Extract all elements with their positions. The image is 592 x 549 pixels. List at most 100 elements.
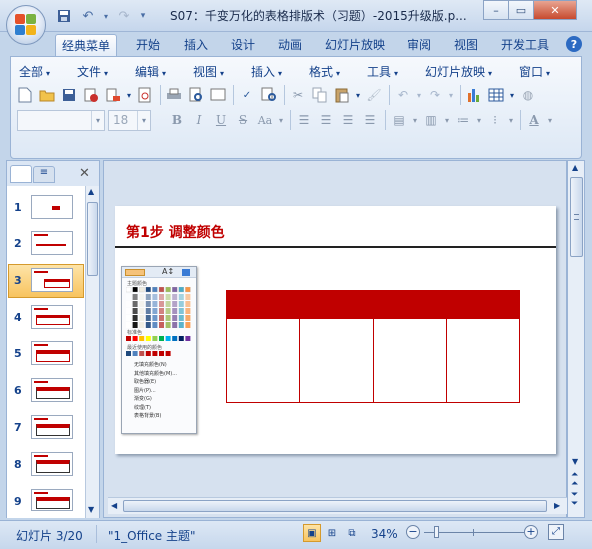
align-text-icon[interactable]: ▥ <box>421 110 441 130</box>
zoom-slider-track[interactable] <box>424 532 524 533</box>
insert-table-icon[interactable] <box>486 85 506 105</box>
tab-developer[interactable]: 开发工具 <box>495 34 555 56</box>
fit-to-window-icon[interactable]: ⤢ <box>548 524 564 540</box>
minimize-button[interactable]: – <box>483 0 509 20</box>
zoom-slider-thumb[interactable] <box>434 526 439 538</box>
font-color-dropdown-icon[interactable]: ▾ <box>546 110 554 130</box>
menu-window[interactable]: 窗口 ▾ <box>519 63 550 80</box>
format-painter-icon[interactable]: 🖌 <box>364 85 384 105</box>
scroll-right-icon[interactable]: ▶ <box>554 501 560 510</box>
menu-file[interactable]: 文件 ▾ <box>77 63 108 80</box>
menu-all[interactable]: 全部 ▾ <box>19 63 50 80</box>
cut-icon[interactable]: ✂ <box>288 85 308 105</box>
print-preview-icon[interactable] <box>186 85 206 105</box>
paste-icon[interactable] <box>332 85 352 105</box>
slide-thumbnail[interactable] <box>31 452 73 476</box>
slide-sorter-view-icon[interactable]: ⊞ <box>323 524 341 542</box>
tab-view[interactable]: 视图 <box>448 34 484 56</box>
tab-home[interactable]: 开始 <box>130 34 166 56</box>
zoom-level[interactable]: 34% <box>371 527 398 541</box>
email-dropdown-icon[interactable]: ▾ <box>125 85 133 105</box>
menu-insert[interactable]: 插入 ▾ <box>251 63 282 80</box>
copy-icon[interactable] <box>310 85 330 105</box>
next-slide-icon[interactable]: ⏷ ⏷ <box>571 491 578 509</box>
pdf-icon[interactable] <box>135 85 155 105</box>
tab-animation[interactable]: 动画 <box>272 34 308 56</box>
restore-button[interactable]: ▭ <box>508 0 534 20</box>
close-button[interactable]: ✕ <box>533 0 577 20</box>
redo-dropdown-icon[interactable]: ▾ <box>447 85 455 105</box>
research-icon[interactable] <box>259 85 279 105</box>
numbering-dropdown-icon[interactable]: ▾ <box>475 110 483 130</box>
scroll-down-icon[interactable]: ▼ <box>572 457 578 466</box>
align-left-icon[interactable]: ☰ <box>294 110 314 130</box>
change-case-icon[interactable]: Aa <box>255 110 275 130</box>
open-folder-icon[interactable] <box>37 85 57 105</box>
align-center-icon[interactable]: ☰ <box>316 110 336 130</box>
slide-thumbnail[interactable] <box>31 305 73 329</box>
align-right-icon[interactable]: ☰ <box>338 110 358 130</box>
slides-tab-icon[interactable] <box>10 165 32 183</box>
close-icon[interactable]: ✕ <box>79 166 90 181</box>
strikethrough-icon[interactable]: S <box>233 110 253 130</box>
slide-vertical-scrollbar[interactable]: ▲ ▼ ⏶ ⏶ ⏷ ⏷ <box>567 160 585 518</box>
underline-icon[interactable]: U <box>211 110 231 130</box>
print-icon[interactable] <box>164 85 184 105</box>
slideshow-icon[interactable] <box>208 85 228 105</box>
undo-icon[interactable]: ↶ <box>393 85 413 105</box>
slide-table[interactable] <box>226 290 520 403</box>
menu-edit[interactable]: 编辑 ▾ <box>135 63 166 80</box>
tab-insert[interactable]: 插入 <box>178 34 214 56</box>
scrollbar-thumb[interactable] <box>87 202 98 276</box>
font-color-icon[interactable]: A <box>524 110 544 130</box>
italic-icon[interactable]: I <box>189 110 209 130</box>
undo-icon[interactable]: ↶ <box>78 6 98 26</box>
slideshow-view-icon[interactable]: ⧉ <box>343 524 361 542</box>
align-text-dropdown-icon[interactable]: ▾ <box>443 110 451 130</box>
tab-slideshow[interactable]: 幻灯片放映 <box>319 34 391 56</box>
tab-classic-menu[interactable]: 经典菜单 <box>55 34 118 56</box>
paste-dropdown-icon[interactable]: ▾ <box>354 85 362 105</box>
chevron-down-icon[interactable]: ▾ <box>137 111 150 130</box>
tab-design[interactable]: 设计 <box>225 34 261 56</box>
undo-dropdown-icon[interactable]: ▾ <box>415 85 423 105</box>
tab-review[interactable]: 审阅 <box>401 34 437 56</box>
scrollbar-thumb[interactable] <box>570 177 583 257</box>
scroll-up-icon[interactable]: ▲ <box>572 163 578 172</box>
zoom-in-button[interactable]: + <box>524 525 538 539</box>
font-name-combobox[interactable]: ▾ <box>17 110 105 131</box>
scroll-left-icon[interactable]: ◀ <box>111 501 117 510</box>
bold-icon[interactable]: B <box>167 110 187 130</box>
slide-thumbnail[interactable] <box>31 489 73 511</box>
slide-horizontal-scrollbar[interactable]: ◀ ▶ <box>108 497 567 514</box>
save-icon[interactable] <box>54 6 74 26</box>
scrollbar-thumb[interactable] <box>123 500 547 512</box>
insert-chart-icon[interactable] <box>464 85 484 105</box>
customize-qat-icon[interactable]: ▾ <box>138 6 148 26</box>
permission-icon[interactable] <box>81 85 101 105</box>
chevron-down-icon[interactable]: ▾ <box>91 111 104 130</box>
slide-thumbnail[interactable] <box>31 231 73 255</box>
menu-format[interactable]: 格式 ▾ <box>309 63 340 80</box>
zoom-out-button[interactable]: − <box>406 525 420 539</box>
save-icon[interactable] <box>59 85 79 105</box>
redo-icon[interactable]: ↷ <box>425 85 445 105</box>
slide-thumbnail-selected[interactable] <box>31 268 73 292</box>
text-direction-icon[interactable]: ▤ <box>389 110 409 130</box>
thumbnail-scrollbar[interactable]: ▲ ▼ <box>85 186 99 518</box>
scroll-up-icon[interactable]: ▲ <box>88 187 94 196</box>
email-icon[interactable] <box>103 85 123 105</box>
slide-thumbnail[interactable] <box>31 415 73 439</box>
text-direction-dropdown-icon[interactable]: ▾ <box>411 110 419 130</box>
slide-heading[interactable]: 第1步 调整颜色 <box>126 222 225 242</box>
spell-check-icon[interactable]: ✓ <box>237 85 257 105</box>
slide-thumbnail[interactable] <box>31 341 73 365</box>
normal-view-icon[interactable]: ▣ <box>303 524 321 542</box>
outline-tab-icon[interactable]: ≡ <box>33 166 55 183</box>
redo-icon[interactable]: ↷ <box>114 6 134 26</box>
insert-object-icon[interactable]: ◍ <box>518 85 538 105</box>
numbering-icon[interactable]: ≔ <box>453 110 473 130</box>
change-case-dropdown-icon[interactable]: ▾ <box>277 110 285 130</box>
slide-thumbnail[interactable] <box>31 378 73 402</box>
font-size-combobox[interactable]: 18 ▾ <box>108 110 151 131</box>
